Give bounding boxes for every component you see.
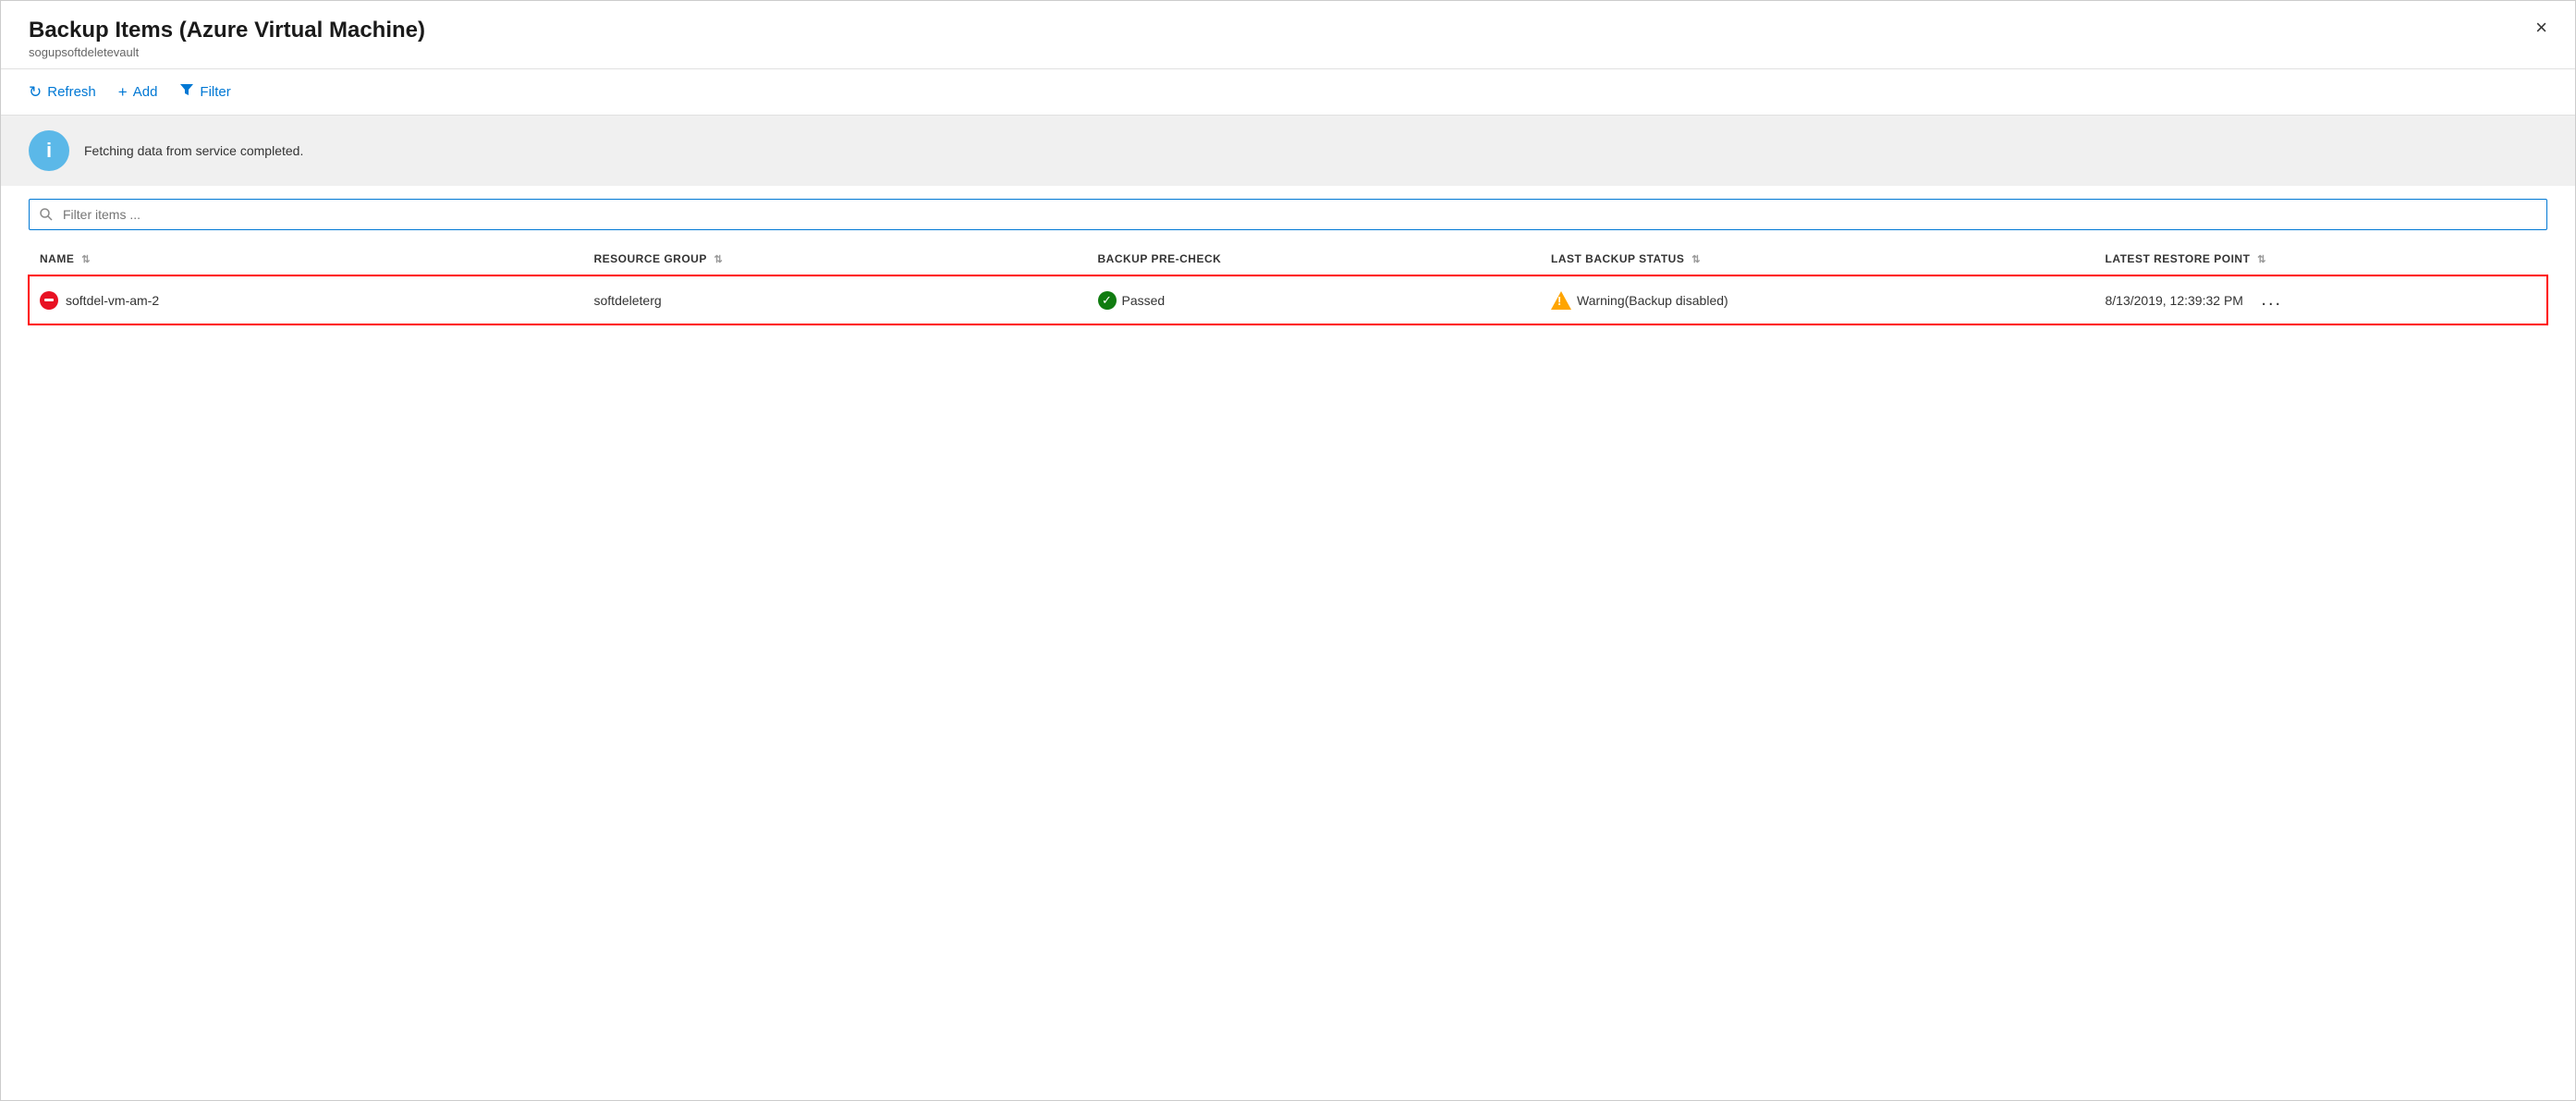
notification-bar: i Fetching data from service completed. (1, 116, 2575, 186)
data-table: NAME ⇅ RESOURCE GROUP ⇅ BACKUP PRE-CHECK… (29, 243, 2547, 324)
stop-icon (40, 291, 58, 310)
warning-icon (1551, 291, 1571, 310)
check-icon: ✓ (1098, 291, 1117, 310)
sort-icon-rg: ⇅ (714, 254, 723, 265)
refresh-label: Refresh (47, 84, 96, 100)
col-header-backup-pre-check[interactable]: BACKUP PRE-CHECK (1087, 243, 1541, 275)
panel-subtitle: sogupsoftdeletevault (29, 45, 2547, 59)
col-header-resource-group[interactable]: RESOURCE GROUP ⇅ (583, 243, 1087, 275)
search-input[interactable] (29, 199, 2547, 230)
refresh-icon: ↻ (29, 83, 42, 102)
col-header-latest-restore-point[interactable]: LATEST RESTORE POINT ⇅ (2094, 243, 2548, 275)
search-bar (29, 199, 2547, 230)
add-label: Add (133, 84, 158, 100)
filter-button[interactable]: Filter (179, 82, 230, 102)
table-header-row: NAME ⇅ RESOURCE GROUP ⇅ BACKUP PRE-CHECK… (29, 243, 2547, 275)
cell-latest-restore-point: 8/13/2019, 12:39:32 PM ... (2094, 275, 2548, 324)
cell-name: softdel-vm-am-2 (29, 275, 583, 324)
refresh-button[interactable]: ↻ Refresh (29, 83, 96, 102)
cell-resource-group: softdeleterg (583, 275, 1087, 324)
filter-icon (179, 82, 194, 102)
col-header-last-backup-status[interactable]: LAST BACKUP STATUS ⇅ (1540, 243, 2094, 275)
add-icon: + (118, 83, 128, 102)
panel: Backup Items (Azure Virtual Machine) sog… (0, 0, 2576, 1101)
col-header-name[interactable]: NAME ⇅ (29, 243, 583, 275)
notification-message: Fetching data from service completed. (84, 143, 303, 158)
sort-icon-last: ⇅ (1691, 254, 1701, 265)
panel-title: Backup Items (Azure Virtual Machine) (29, 18, 2547, 43)
table-row[interactable]: softdel-vm-am-2 softdeleterg ✓ Passed (29, 275, 2547, 324)
more-options-button[interactable]: ... (2261, 289, 2282, 311)
table-container: NAME ⇅ RESOURCE GROUP ⇅ BACKUP PRE-CHECK… (1, 243, 2575, 324)
cell-backup-pre-check: ✓ Passed (1087, 275, 1541, 324)
add-button[interactable]: + Add (118, 83, 158, 102)
sort-icon-latest: ⇅ (2257, 254, 2266, 265)
toolbar: ↻ Refresh + Add Filter (1, 69, 2575, 116)
close-button[interactable]: × (2535, 18, 2547, 38)
filter-label: Filter (200, 84, 230, 100)
info-icon: i (29, 130, 69, 171)
panel-header: Backup Items (Azure Virtual Machine) sog… (1, 1, 2575, 69)
sort-icon-name: ⇅ (81, 254, 91, 265)
cell-last-backup-status: Warning(Backup disabled) (1540, 275, 2094, 324)
